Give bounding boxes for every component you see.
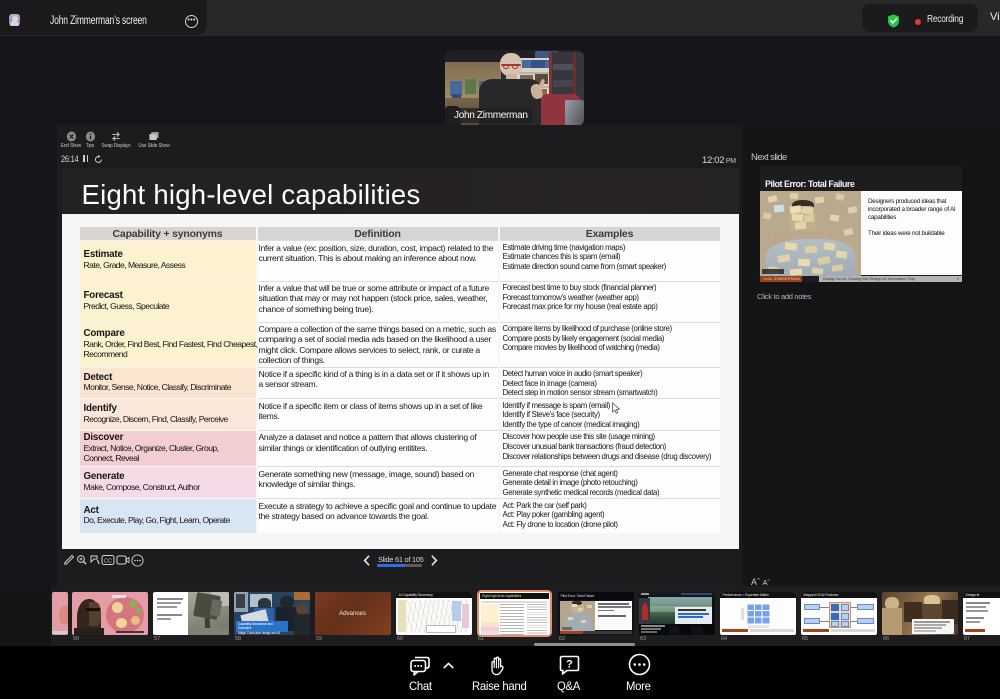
svg-text:CC: CC bbox=[104, 558, 112, 564]
svg-text:?: ? bbox=[566, 659, 573, 671]
